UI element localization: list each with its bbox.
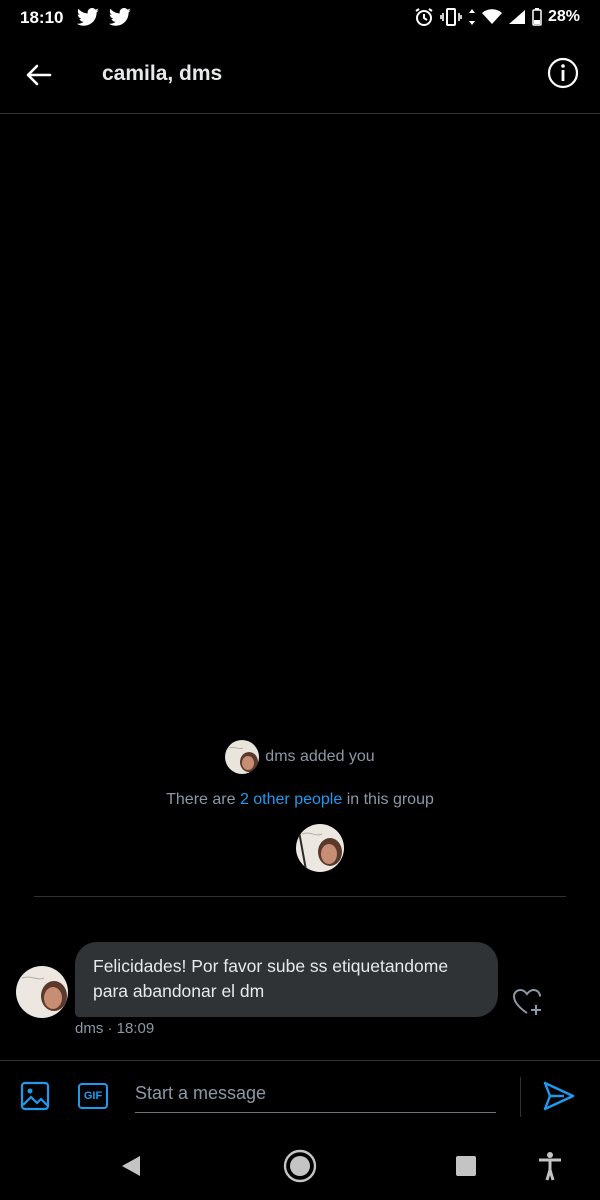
avatar-photo <box>296 824 344 872</box>
sender-avatar[interactable] <box>16 966 68 1018</box>
nav-recents-button[interactable] <box>454 1154 478 1178</box>
avatar-photo <box>16 966 68 1018</box>
square-recents-icon <box>456 1156 476 1176</box>
status-bar: 18:10 28% <box>0 0 600 36</box>
system-navigation-bar <box>0 1132 600 1200</box>
message-composer: GIF <box>0 1060 600 1132</box>
alarm-icon <box>415 8 433 26</box>
conversation-info-button[interactable] <box>546 56 580 90</box>
send-icon <box>543 1081 575 1111</box>
wifi-icon <box>481 9 502 24</box>
back-button[interactable] <box>22 58 56 92</box>
send-button[interactable] <box>542 1079 578 1115</box>
message-meta: dms · 18:09 <box>75 1020 155 1037</box>
other-people-link[interactable]: 2 other people <box>240 791 342 808</box>
twitter-bird-icon <box>76 8 99 26</box>
group-member-avatar[interactable] <box>296 824 344 872</box>
battery-icon <box>532 8 542 26</box>
home-circle-icon <box>283 1149 317 1183</box>
message-line: Felicidades! Por favor sube ss etiquetan… <box>93 956 449 976</box>
added-you-text: dms added you <box>265 748 375 765</box>
info-icon <box>547 57 579 89</box>
added-you-notice: dms added you <box>0 740 600 774</box>
data-arrows-icon <box>468 9 475 25</box>
image-icon <box>20 1081 50 1111</box>
battery-percentage: 28% <box>547 8 580 25</box>
dm-screen: 18:10 28% camila, dms dms added you Ther… <box>0 0 600 1200</box>
status-notification-icons <box>76 8 132 28</box>
react-button[interactable] <box>510 985 544 1019</box>
group-info-prefix: There are <box>166 791 240 808</box>
avatar-photo <box>225 740 260 774</box>
status-system-icons: 28% <box>414 7 580 27</box>
nav-back-button[interactable] <box>118 1152 146 1180</box>
message-input[interactable] <box>135 1075 496 1113</box>
divider <box>34 896 566 897</box>
accessibility-button[interactable] <box>534 1150 566 1182</box>
add-image-button[interactable] <box>20 1081 52 1113</box>
arrow-left-icon <box>26 64 52 86</box>
message-bubble[interactable]: Felicidades! Por favor sube ss etiquetan… <box>75 942 498 1017</box>
conversation-header: camila, dms <box>0 36 600 114</box>
status-time: 18:10 <box>20 8 64 27</box>
cellular-signal-icon <box>508 10 525 24</box>
group-info-text: There are 2 other people in this group <box>0 791 600 809</box>
accessibility-icon <box>539 1152 561 1181</box>
vibrate-icon <box>440 8 462 26</box>
gif-button[interactable]: GIF <box>78 1083 108 1109</box>
twitter-bird-icon <box>108 8 131 26</box>
nav-home-button[interactable] <box>282 1148 318 1184</box>
heart-plus-icon <box>512 988 541 1015</box>
avatar[interactable] <box>225 740 260 774</box>
triangle-back-icon <box>122 1156 140 1176</box>
group-info-suffix: in this group <box>342 791 434 808</box>
message-line: para abandonar el dm <box>93 981 265 1001</box>
conversation-title[interactable]: camila, dms <box>102 62 222 86</box>
composer-separator <box>520 1077 521 1117</box>
